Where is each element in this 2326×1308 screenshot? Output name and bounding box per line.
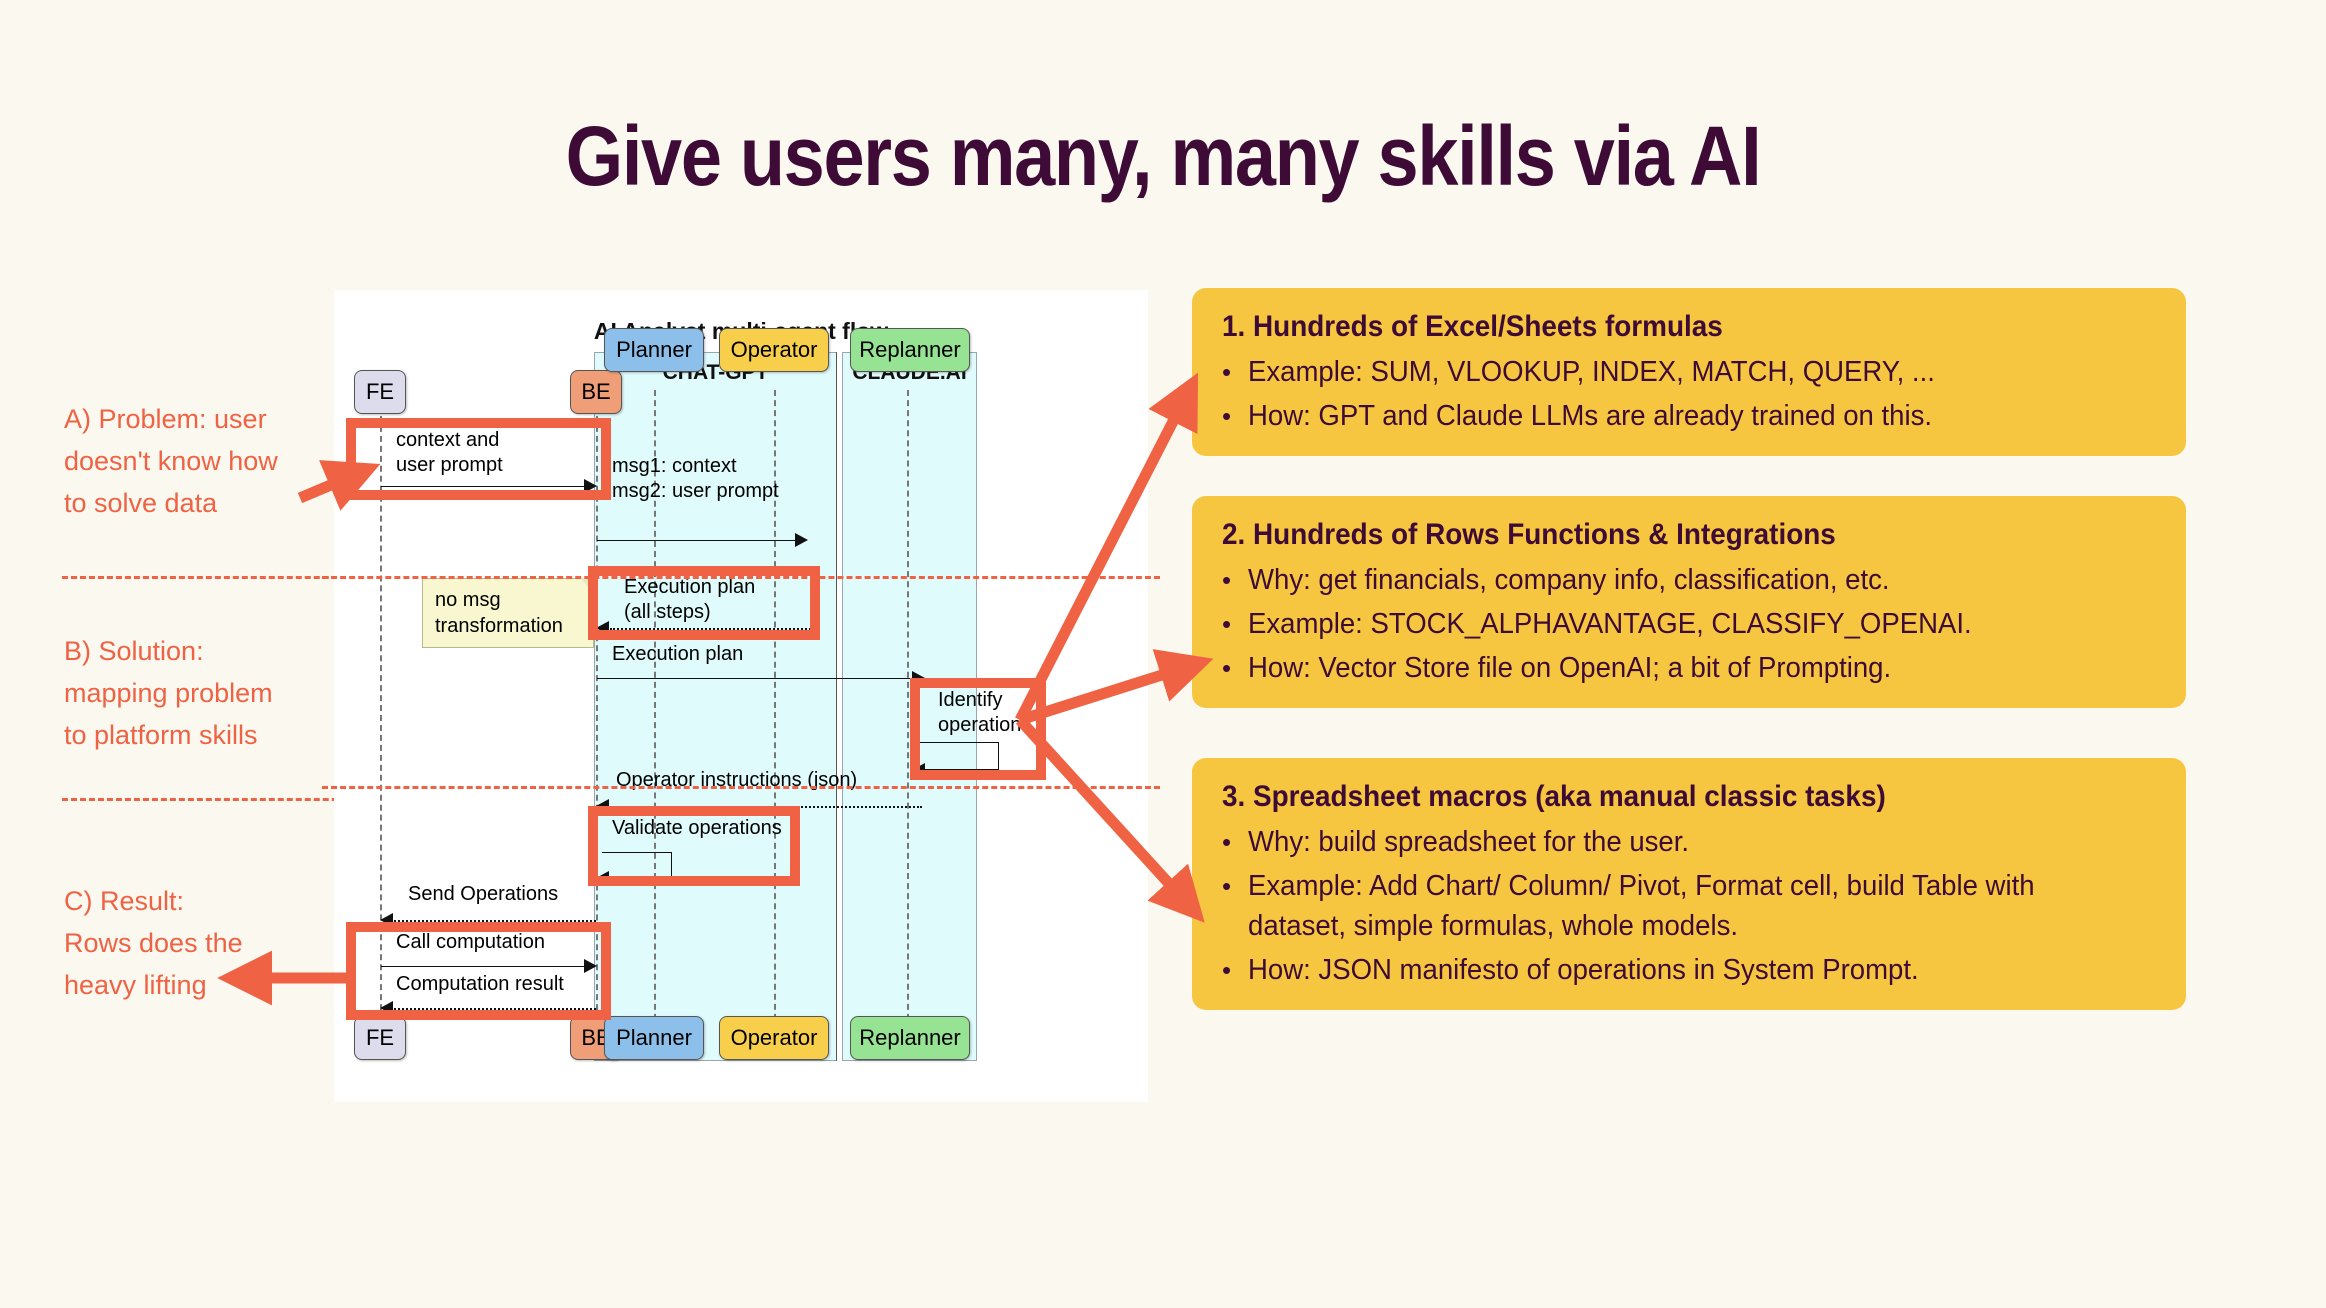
- figure-divider-1: [322, 576, 1160, 579]
- card-1-title: 1. Hundreds of Excel/Sheets formulas: [1222, 310, 1723, 343]
- actor-fe-top-label: FE: [365, 379, 395, 404]
- actor-fe-bottom-label: FE: [365, 1025, 395, 1050]
- bullet-icon: •: [1222, 871, 1232, 901]
- card-1-bullet-2: • How: GPT and Claude LLMs are already tr…: [1222, 396, 2156, 436]
- msg-context-user-prompt-label: context and user prompt: [396, 429, 503, 476]
- msg-call-computation-arrowhead: [584, 959, 597, 973]
- actor-operator-top-label: Operator: [730, 337, 818, 362]
- note-no-msg-transformation: no msg transformation: [422, 578, 594, 648]
- annotation-problem: A) Problem: user doesn't know how to sol…: [64, 404, 278, 518]
- actor-operator-bottom[interactable]: Operator: [719, 1016, 829, 1060]
- bullet-icon: •: [1222, 401, 1232, 431]
- msg-execution-plan-arrowhead: [912, 671, 925, 685]
- msg-operator-instructions-label: Operator instructions (json): [616, 769, 858, 791]
- actor-be-top[interactable]: BE: [570, 370, 622, 414]
- msg-msg1-msg2-arrowhead: [795, 533, 808, 547]
- page-title: Give users many, many skills via AI: [565, 109, 1762, 203]
- msg-computation-result-arrowhead: [380, 1001, 393, 1015]
- msg-send-operations-line: [394, 920, 596, 922]
- actor-operator-top[interactable]: Operator: [719, 328, 829, 372]
- lifeline-be: [596, 406, 598, 1030]
- card-2-bullet-2: • Example: STOCK_ALPHAVANTAGE, CLASSIFY_O…: [1222, 604, 2156, 644]
- annotation-solution: B) Solution: mapping problem to platform…: [64, 636, 273, 750]
- msg-identify-operations-loop: [919, 742, 999, 770]
- card-2-bullet-1: • Why: get financials, company info, clas…: [1222, 560, 2156, 600]
- figure-divider-2: [322, 786, 1160, 789]
- msg-execution-plan-line: [597, 678, 915, 679]
- card-1-bullet-1: • Example: SUM, VLOOKUP, INDEX, MATCH, QU…: [1222, 352, 2156, 392]
- slide-root: Give users many, many skills via AI A) P…: [0, 0, 2326, 1308]
- actor-fe-top[interactable]: FE: [354, 370, 406, 414]
- msg-execution-plan-label: Execution plan: [612, 643, 744, 665]
- bullet-icon: •: [1222, 609, 1232, 639]
- actor-be-top-label: BE: [581, 379, 611, 404]
- msg-call-computation-line: [381, 966, 586, 967]
- card-3-bullet-1: • Why: build spreadsheet for the user.: [1222, 822, 2156, 862]
- msg-send-operations-arrowhead: [380, 913, 393, 927]
- group-separator: [836, 352, 837, 1061]
- annotation-result: C) Result: Rows does the heavy lifting: [64, 886, 243, 1000]
- card-excel-formulas[interactable]: 1. Hundreds of Excel/Sheets formulas • Ex…: [1192, 288, 2186, 456]
- msg-call-computation-label: Call computation: [396, 931, 545, 953]
- actor-replanner-bottom-label: Replanner: [859, 1025, 961, 1050]
- actor-replanner-top-label: Replanner: [859, 337, 961, 362]
- bullet-icon: •: [1222, 357, 1232, 387]
- bullet-icon: •: [1222, 955, 1232, 985]
- msg-identify-operations-arrowhead: [912, 763, 925, 777]
- msg-computation-result-line: [394, 1008, 596, 1010]
- msg-operator-instructions-line: [610, 806, 922, 808]
- msg-execution-plan-all-steps-arrowhead: [596, 621, 609, 635]
- sequence-diagram: AI Analyst multi-agent flow CHAT-GPT CLA…: [322, 290, 1160, 1102]
- actor-fe-bottom[interactable]: FE: [354, 1016, 406, 1060]
- msg-context-user-prompt-arrowhead: [584, 479, 597, 493]
- bullet-icon: •: [1222, 565, 1232, 595]
- actor-planner-bottom-label: Planner: [616, 1025, 692, 1050]
- card-3-bullet-3: • How: JSON manifesto of operations in Sy…: [1222, 950, 2156, 990]
- card-2-title: 2. Hundreds of Rows Functions & Integrat…: [1222, 518, 1836, 551]
- card-3-bullet-2: • Example: Add Chart/ Column/ Pivot, Form…: [1222, 866, 2156, 946]
- msg-msg1-msg2-label: msg1: context msg2: user prompt: [612, 455, 779, 502]
- msg-validate-operations-label: Validate operations: [612, 817, 782, 839]
- actor-planner-top-label: Planner: [616, 337, 692, 362]
- card-rows-functions[interactable]: 2. Hundreds of Rows Functions & Integrat…: [1192, 496, 2186, 708]
- actor-replanner-bottom: Replanner: [850, 1016, 970, 1060]
- msg-execution-plan-all-steps-line: [610, 628, 815, 630]
- msg-context-user-prompt-line: [381, 486, 586, 487]
- actor-operator-bottom-label: Operator: [730, 1025, 818, 1050]
- msg-execution-plan-all-steps-label: Execution plan (all steps): [624, 576, 756, 623]
- actor-replanner-top[interactable]: Replanner: [850, 328, 970, 372]
- card-3-title: 3. Spreadsheet macros (aka manual classi…: [1222, 780, 1886, 813]
- bullet-icon: •: [1222, 653, 1232, 683]
- actor-planner-top[interactable]: Planner: [604, 328, 704, 372]
- bullet-icon: •: [1222, 827, 1232, 857]
- actor-planner-bottom[interactable]: Planner: [604, 1016, 704, 1060]
- msg-operator-instructions-arrowhead: [596, 799, 609, 813]
- msg-validate-operations-arrowhead: [596, 871, 609, 885]
- lifeline-fe: [380, 406, 382, 1030]
- msg-computation-result-label: Computation result: [396, 973, 564, 995]
- card-2-bullet-3: • How: Vector Store file on OpenAI; a bit…: [1222, 648, 2156, 688]
- msg-msg1-msg2-line: [597, 540, 797, 541]
- msg-identify-operations-label: Identify operations: [938, 689, 1032, 736]
- lifeline-replanner: [907, 390, 909, 1030]
- card-spreadsheet-macros[interactable]: 3. Spreadsheet macros (aka manual classi…: [1192, 758, 2186, 1010]
- msg-validate-operations-loop: [602, 852, 672, 878]
- msg-send-operations-label: Send Operations: [408, 883, 559, 905]
